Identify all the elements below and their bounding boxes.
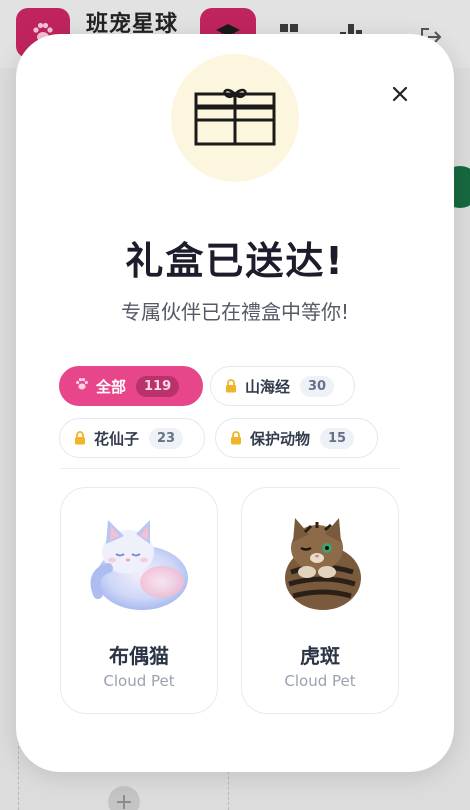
tabby-cat-illustration [261, 508, 381, 618]
filter-chip-shanhaijing[interactable]: 山海经 30 [210, 366, 355, 406]
filter-count: 119 [136, 375, 180, 397]
pet-card-ragdoll[interactable]: 布偶猫 Cloud Pet [60, 487, 218, 714]
pet-subtitle: Cloud Pet [103, 672, 175, 690]
pet-name: 虎斑 [300, 644, 340, 668]
filter-label: 保护动物 [250, 429, 311, 448]
filter-label: 花仙子 [94, 429, 140, 448]
filter-count: 23 [149, 427, 184, 449]
filter-count: 15 [320, 427, 355, 449]
filter-chip-all[interactable]: 全部 119 [59, 366, 203, 406]
gift-modal: 礼盒已送达! 专属伙伴已在禮盒中等你! 全部 119 山海经 30 花仙子 23… [16, 34, 454, 772]
ragdoll-cat-illustration [80, 508, 200, 618]
gift-box-icon [171, 54, 299, 182]
lock-icon [225, 379, 237, 393]
pet-card-tabby[interactable]: 虎斑 Cloud Pet [241, 487, 399, 714]
lock-icon [230, 431, 242, 445]
filter-chip-huaxianzi[interactable]: 花仙子 23 [59, 418, 205, 458]
modal-subtitle: 专属伙伴已在禮盒中等你! [120, 300, 350, 324]
paw-icon [74, 376, 90, 396]
filter-chip-protected-animals[interactable]: 保护动物 15 [215, 418, 378, 458]
close-button[interactable] [388, 84, 412, 108]
section-divider [60, 468, 400, 469]
filter-label: 全部 [96, 377, 127, 396]
add-icon[interactable]: + [108, 786, 140, 810]
lock-icon [74, 431, 86, 445]
modal-title: 礼盒已送达! [125, 239, 345, 283]
pet-name: 布偶猫 [109, 644, 169, 668]
filter-label: 山海经 [245, 377, 291, 396]
filter-count: 30 [300, 375, 335, 397]
close-icon [392, 86, 408, 106]
pet-subtitle: Cloud Pet [284, 672, 356, 690]
